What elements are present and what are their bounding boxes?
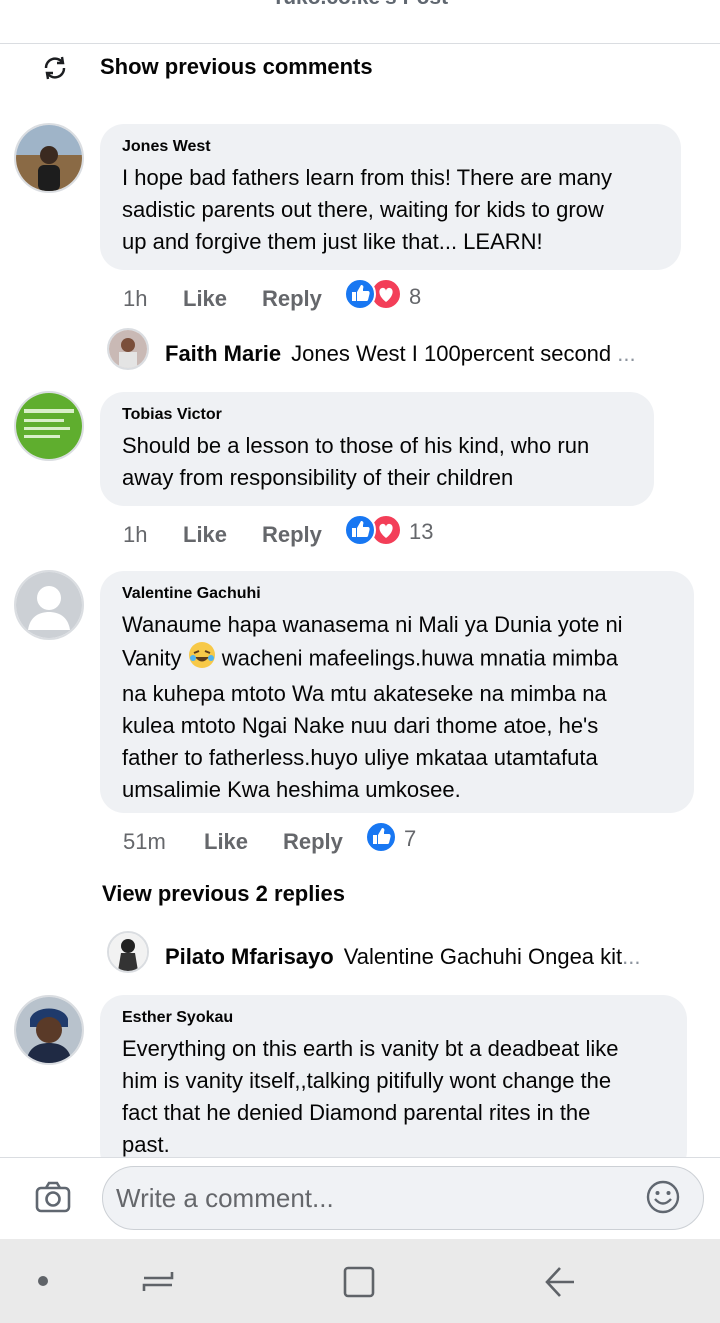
- reaction-count: 7: [404, 826, 417, 851]
- reply-button[interactable]: Reply: [262, 286, 322, 312]
- refresh-icon[interactable]: [42, 55, 68, 81]
- like-button[interactable]: Like: [183, 522, 227, 548]
- reactions-summary[interactable]: [343, 514, 403, 546]
- comment-text: Wanaume hapa wanasema ni Mali ya Dunia y…: [122, 612, 623, 637]
- comment-actions: 51m: [123, 829, 166, 855]
- reply-ellipsis: ...: [617, 341, 636, 366]
- comment-text: wacheni mafeelings.huwa mnatia mimba: [221, 645, 618, 671]
- view-previous-replies-link[interactable]: View previous 2 replies: [102, 881, 345, 907]
- comment-input-placeholder[interactable]: Write a comment...: [116, 1183, 334, 1214]
- comment-actions: 1h: [123, 522, 147, 548]
- emoji-icon[interactable]: [645, 1179, 681, 1215]
- camera-icon[interactable]: [34, 1179, 72, 1215]
- comment-text: fact that he denied Diamond parental rit…: [122, 1100, 591, 1125]
- comment-actions: 1h: [123, 286, 147, 312]
- reply-author[interactable]: Faith Marie: [165, 341, 281, 366]
- reaction-count: 13: [409, 519, 434, 544]
- reply-ellipsis: ...: [622, 944, 641, 969]
- avatar[interactable]: [107, 931, 149, 973]
- laughing-emoji-icon: [188, 641, 216, 678]
- top-bar: Tuko.co.ke's Post: [0, 0, 720, 44]
- reply-button[interactable]: Reply: [283, 829, 343, 855]
- comment-time: 1h: [123, 522, 148, 547]
- comment-text: umsalimie Kwa heshima umkosee.: [122, 777, 461, 802]
- comment-bubble: Valentine Gachuhi Wanaume hapa wanasema …: [100, 571, 694, 813]
- comment-author[interactable]: Jones West: [122, 138, 659, 156]
- comment-text: na kuhepa mtoto Wa mtu akateseke na mimb…: [122, 681, 607, 706]
- comment-bubble: Jones West I hope bad fathers learn from…: [100, 124, 681, 270]
- reply-button[interactable]: Reply: [262, 522, 322, 548]
- comment-author[interactable]: Tobias Victor: [122, 406, 632, 424]
- avatar[interactable]: [107, 328, 149, 370]
- avatar[interactable]: [14, 995, 84, 1065]
- reply-text: Valentine Gachuhi Ongea kit: [343, 944, 623, 969]
- comment-text: away from responsibility of their childr…: [122, 465, 514, 490]
- reply-preview[interactable]: Faith Marie Jones West I 100percent secon…: [165, 341, 675, 367]
- back-arrow-icon[interactable]: [14, 0, 44, 8]
- comment-text: Should be a lesson to those of his kind,…: [122, 433, 590, 458]
- comment-text: sadistic parents out there, waiting for …: [122, 197, 604, 222]
- avatar[interactable]: [14, 123, 84, 193]
- avatar[interactable]: [14, 570, 84, 640]
- show-previous-comments-link[interactable]: Show previous comments: [100, 54, 373, 80]
- reaction-count: 8: [409, 284, 422, 309]
- comment-author[interactable]: Valentine Gachuhi: [122, 585, 672, 603]
- reply-text: Jones West I 100percent second: [291, 341, 612, 366]
- comment-time: 1h: [123, 286, 148, 311]
- reactions-summary[interactable]: [343, 278, 403, 310]
- reply-author[interactable]: Pilato Mfarisayo: [165, 944, 334, 969]
- post-title: Tuko.co.ke's Post: [0, 0, 720, 10]
- comment-bubble: Tobias Victor Should be a lesson to thos…: [100, 392, 654, 506]
- comment-text-line: Vanity wacheni mafeelings.huwa mnatia mi…: [122, 641, 672, 678]
- like-button[interactable]: Like: [183, 286, 227, 312]
- recents-icon[interactable]: [140, 1264, 176, 1298]
- comment-text: up and forgive them just like that... LE…: [122, 229, 543, 254]
- comment-text: Everything on this earth is vanity bt a …: [122, 1036, 619, 1061]
- reply-preview[interactable]: Pilato Mfarisayo Valentine Gachuhi Ongea …: [165, 944, 675, 970]
- comment-text: Vanity: [122, 645, 182, 671]
- nav-back-icon[interactable]: [542, 1264, 578, 1300]
- avatar[interactable]: [14, 391, 84, 461]
- like-button[interactable]: Like: [204, 829, 248, 855]
- comment-text: father to fatherless.huyo uliye mkataa u…: [122, 745, 598, 770]
- comment-text: kulea mtoto Ngai Nake nuu dari thome ato…: [122, 713, 599, 738]
- comment-text: I hope bad fathers learn from this! Ther…: [122, 165, 612, 190]
- reactions-summary[interactable]: [364, 821, 398, 853]
- comment-author[interactable]: Esther Syokau: [122, 1009, 665, 1027]
- overview-icon[interactable]: [341, 1264, 377, 1300]
- home-dot-icon[interactable]: [36, 1274, 50, 1288]
- comment-time: 51m: [123, 829, 166, 854]
- comment-bubble: Esther Syokau Everything on this earth i…: [100, 995, 687, 1175]
- comment-text: him is vanity itself,,talking pitifully …: [122, 1068, 612, 1093]
